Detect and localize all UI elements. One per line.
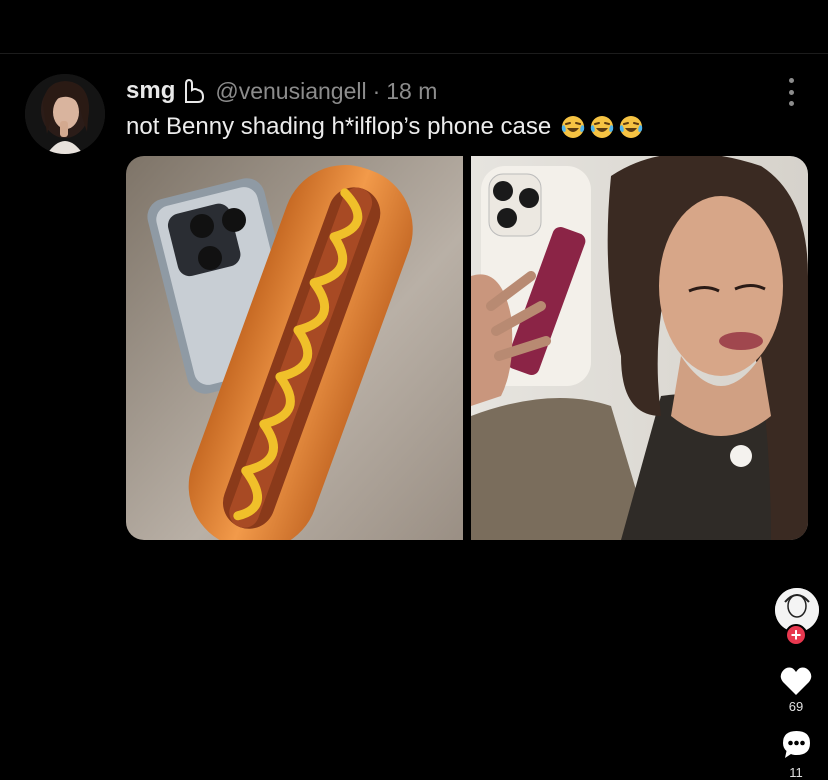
post-text: not Benny shading h*ilflop’s phone case [126,113,644,141]
separator-dot: · [372,77,381,104]
emoji-group [560,114,644,140]
post-timestamp[interactable]: 18 m [386,78,437,105]
top-divider [0,53,828,54]
pointing-hand-icon [181,78,207,104]
comment-count: 11 [789,765,803,780]
post-media[interactable] [126,156,808,540]
woman-selfie-image[interactable] [471,156,808,540]
post-text-content: not Benny shading h*ilflop’s phone case [126,113,552,140]
follow-button[interactable]: + [785,624,807,646]
like-count: 69 [788,699,804,714]
more-options-icon[interactable] [776,78,806,106]
display-name[interactable]: smg [126,77,175,105]
laughing-crying-emoji-icon [562,116,585,138]
author-avatar[interactable] [25,74,105,154]
heart-icon[interactable] [780,666,812,701]
laughing-crying-emoji-icon [620,116,643,138]
author-handle[interactable]: @venusiangell [215,78,366,105]
laughing-crying-emoji-icon [591,116,614,138]
hotdog-phone-case-image[interactable] [126,156,463,540]
comment-icon[interactable] [781,729,812,765]
post-header: smg @venusiangell · 18 m [126,75,437,107]
